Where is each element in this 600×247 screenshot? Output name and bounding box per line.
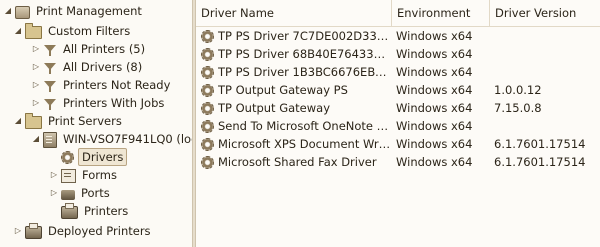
filter-icon bbox=[43, 97, 57, 111]
driver-version bbox=[494, 117, 600, 135]
table-row[interactable]: Send To Microsoft OneNote 20... Windows … bbox=[196, 117, 600, 135]
expand-arrow-icon[interactable]: ▷ bbox=[32, 94, 40, 112]
driver-gear-icon bbox=[201, 120, 214, 133]
driver-environment: Windows x64 bbox=[396, 137, 473, 151]
printer-icon bbox=[25, 223, 42, 239]
driver-name: TP PS Driver 68B40E76433E4dc7... bbox=[218, 47, 391, 61]
tree-node-ports[interactable]: ▷ Ports bbox=[50, 184, 112, 202]
forms-icon bbox=[61, 169, 76, 183]
table-row[interactable]: TP PS Driver 68B40E76433E4dc7... Windows… bbox=[196, 45, 600, 63]
driver-list[interactable]: Driver Name Environment Driver Version T… bbox=[196, 0, 600, 247]
collapse-arrow-icon[interactable]: ◢ bbox=[32, 130, 40, 148]
list-header: Driver Name Environment Driver Version bbox=[196, 0, 600, 27]
tree-node-label: Custom Filters bbox=[48, 24, 131, 38]
filter-icon bbox=[43, 61, 57, 75]
table-row[interactable]: TP Output Gateway PS Windows x64 1.0.0.1… bbox=[196, 81, 600, 99]
column-header-driver-name[interactable]: Driver Name bbox=[196, 0, 392, 26]
driver-name: TP PS Driver 1B3BC6676EBC4f0... bbox=[218, 65, 391, 79]
folder-icon bbox=[25, 23, 42, 39]
tree-node-custom-filters[interactable]: ◢ Custom Filters bbox=[14, 22, 132, 40]
tree-node-printers-with-jobs[interactable]: ▷ Printers With Jobs bbox=[32, 94, 166, 112]
driver-name: TP PS Driver 7C7DE002D33D443... bbox=[218, 29, 391, 43]
tree-node-label: All Drivers (8) bbox=[63, 60, 143, 74]
tree-node-print-servers[interactable]: ◢ Print Servers bbox=[14, 112, 124, 130]
tree-node-label: Forms bbox=[82, 168, 117, 182]
driver-version bbox=[494, 45, 600, 63]
table-row[interactable]: Microsoft XPS Document Writer Windows x6… bbox=[196, 135, 600, 153]
collapse-arrow-icon[interactable]: ◢ bbox=[14, 112, 22, 130]
expand-arrow-icon[interactable]: ▷ bbox=[14, 222, 22, 240]
tree-node-label: Printers Not Ready bbox=[63, 78, 171, 92]
tree-node-all-drivers[interactable]: ▷ All Drivers (8) bbox=[32, 58, 144, 76]
driver-environment: Windows x64 bbox=[396, 155, 473, 169]
driver-environment: Windows x64 bbox=[396, 29, 473, 43]
driver-gear-icon bbox=[201, 30, 214, 43]
expand-arrow-icon[interactable]: ▷ bbox=[32, 40, 40, 58]
driver-version bbox=[494, 27, 600, 45]
driver-version: 6.1.7601.17514 bbox=[494, 137, 586, 151]
table-row[interactable]: Microsoft Shared Fax Driver Windows x64 … bbox=[196, 153, 600, 171]
tree-node-all-printers[interactable]: ▷ All Printers (5) bbox=[32, 40, 147, 58]
driver-gear-icon bbox=[201, 156, 214, 169]
tree-node-label: Drivers bbox=[78, 148, 128, 166]
collapse-arrow-icon[interactable]: ◢ bbox=[14, 22, 22, 40]
filter-icon bbox=[43, 79, 57, 93]
tree-node-label: Printers bbox=[84, 204, 129, 218]
table-row[interactable]: TP PS Driver 7C7DE002D33D443... Windows … bbox=[196, 27, 600, 45]
driver-environment: Windows x64 bbox=[396, 65, 473, 79]
tree-node-label: All Printers (5) bbox=[63, 42, 146, 56]
tree-node-label: WIN-VSO7F941LQ0 (loca bbox=[63, 132, 192, 146]
driver-name: Microsoft Shared Fax Driver bbox=[218, 155, 377, 169]
driver-gear-icon bbox=[201, 48, 214, 61]
driver-version: 6.1.7601.17514 bbox=[494, 155, 586, 169]
print-management-icon bbox=[15, 5, 30, 19]
column-header-environment[interactable]: Environment bbox=[392, 0, 490, 26]
tree-node-print-management[interactable]: ◢ Print Management bbox=[4, 2, 144, 20]
tree-node-server[interactable]: ◢ WIN-VSO7F941LQ0 (loca bbox=[32, 130, 192, 148]
tree-node-label: Printers With Jobs bbox=[63, 96, 165, 110]
tree-node-drivers[interactable]: Drivers bbox=[50, 148, 128, 166]
driver-version: 7.15.0.8 bbox=[494, 101, 542, 115]
ports-icon bbox=[61, 189, 75, 200]
folder-icon bbox=[25, 113, 42, 129]
driver-gear-icon bbox=[201, 84, 214, 97]
driver-name: Microsoft XPS Document Writer bbox=[218, 137, 391, 151]
driver-name: Send To Microsoft OneNote 20... bbox=[218, 119, 391, 133]
driver-gear-icon bbox=[201, 138, 214, 151]
table-row[interactable]: TP PS Driver 1B3BC6676EBC4f0... Windows … bbox=[196, 63, 600, 81]
expand-arrow-icon[interactable]: ▷ bbox=[32, 58, 40, 76]
driver-environment: Windows x64 bbox=[396, 101, 473, 115]
filter-icon bbox=[43, 43, 57, 57]
printer-icon bbox=[61, 203, 78, 219]
tree-node-label: Print Servers bbox=[48, 114, 122, 128]
expand-arrow-icon[interactable]: ▷ bbox=[50, 166, 58, 184]
column-header-driver-version[interactable]: Driver Version bbox=[490, 0, 600, 26]
driver-gear-icon bbox=[201, 102, 214, 115]
tree-node-label: Deployed Printers bbox=[48, 224, 151, 238]
driver-version: 1.0.0.12 bbox=[494, 83, 542, 97]
tree-node-printers-not-ready[interactable]: ▷ Printers Not Ready bbox=[32, 76, 172, 94]
tree-node-printers[interactable]: Printers bbox=[50, 202, 130, 220]
tree-node-forms[interactable]: ▷ Forms bbox=[50, 166, 119, 184]
expand-arrow-icon[interactable]: ▷ bbox=[50, 184, 58, 202]
table-row[interactable]: TP Output Gateway Windows x64 7.15.0.8 bbox=[196, 99, 600, 117]
driver-gear-icon bbox=[201, 66, 214, 79]
server-icon bbox=[43, 131, 57, 148]
driver-environment: Windows x64 bbox=[396, 119, 473, 133]
tree-node-deployed-printers[interactable]: ▷ Deployed Printers bbox=[14, 222, 153, 240]
driver-gear-icon bbox=[61, 151, 74, 164]
driver-name: TP Output Gateway PS bbox=[218, 83, 348, 97]
navigation-tree[interactable]: ◢ Print Management ◢ Custom Filters ▷ Al… bbox=[0, 0, 192, 247]
driver-environment: Windows x64 bbox=[396, 83, 473, 97]
driver-version bbox=[494, 63, 600, 81]
tree-node-label: Ports bbox=[81, 186, 110, 200]
driver-name: TP Output Gateway bbox=[218, 101, 331, 115]
driver-environment: Windows x64 bbox=[396, 47, 473, 61]
tree-node-label: Print Management bbox=[36, 4, 142, 18]
expand-arrow-icon[interactable]: ▷ bbox=[32, 76, 40, 94]
collapse-arrow-icon[interactable]: ◢ bbox=[4, 2, 12, 20]
